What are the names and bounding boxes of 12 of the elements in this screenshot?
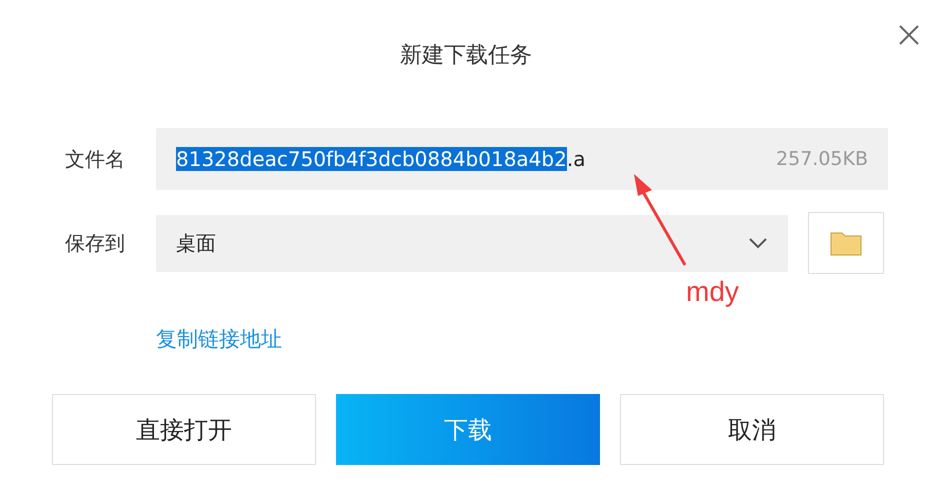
caret-icon (748, 237, 768, 249)
dialog-title: 新建下载任务 (400, 42, 532, 70)
dialog-button[interactable]: 直接打开 (52, 394, 316, 465)
filename-field[interactable]: 81328deac750fb4f3dcb0884b018a4b2.a 257.05KB (156, 128, 888, 190)
dialog-button[interactable]: 取消 (620, 394, 884, 465)
field-label: 保存到 (65, 230, 126, 256)
annotation-text: mdy (686, 276, 739, 308)
field-label: 文件名 (65, 146, 126, 172)
close-icon[interactable] (898, 24, 920, 46)
file-size: 257.05KB (776, 148, 868, 170)
folder-icon (830, 230, 862, 256)
location-dropdown[interactable]: 桌面 (156, 214, 788, 272)
